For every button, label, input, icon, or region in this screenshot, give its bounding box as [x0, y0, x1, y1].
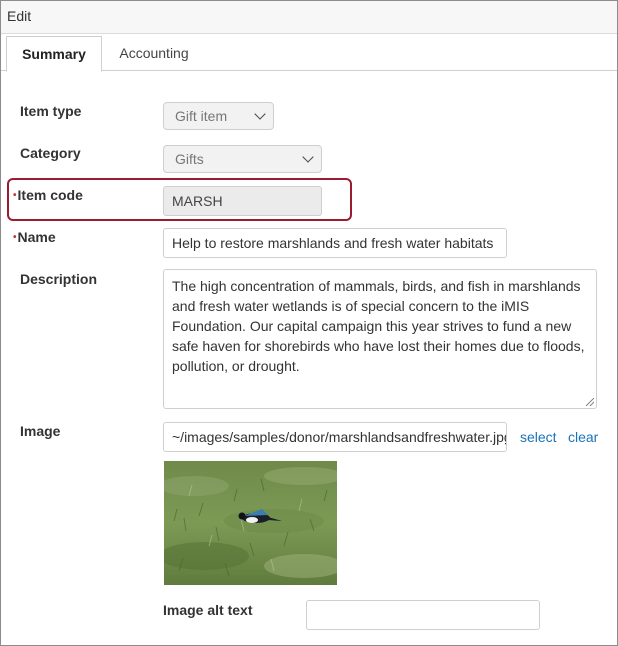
item-type-select[interactable]: Gift item — [163, 102, 274, 130]
item-code-label-text: Item code — [17, 187, 83, 203]
name-label: •Name — [13, 229, 56, 245]
item-type-label: Item type — [20, 103, 82, 119]
name-label-text: Name — [17, 229, 56, 245]
chevron-down-icon — [302, 151, 314, 163]
image-preview — [164, 461, 337, 585]
item-code-label: •Item code — [13, 187, 83, 203]
description-textarea[interactable]: The high concentration of mammals, birds… — [163, 269, 597, 409]
category-value: Gifts — [175, 151, 204, 167]
required-marker: • — [13, 232, 17, 243]
description-text: The high concentration of mammals, birds… — [172, 278, 585, 374]
tab-strip: Summary Accounting — [1, 34, 617, 72]
dialog-title: Edit — [7, 8, 32, 24]
chevron-down-icon — [254, 108, 266, 120]
grass-bird-photo — [164, 461, 337, 585]
image-select-link[interactable]: select — [520, 429, 557, 445]
category-label: Category — [20, 145, 81, 161]
item-type-value: Gift item — [175, 108, 228, 124]
image-alt-field[interactable] — [306, 600, 540, 630]
resize-handle-icon[interactable] — [586, 398, 594, 406]
tab-accounting[interactable]: Accounting — [111, 36, 197, 70]
image-label: Image — [20, 423, 61, 439]
tab-summary[interactable]: Summary — [6, 36, 102, 72]
description-label: Description — [20, 271, 98, 287]
image-alt-label: Image alt text — [163, 602, 253, 618]
edit-dialog: Edit Summary Accounting Item type Gift i… — [0, 0, 618, 646]
title-bar: Edit — [1, 1, 617, 34]
item-code-field[interactable]: MARSH — [163, 186, 322, 216]
name-field[interactable]: Help to restore marshlands and fresh wat… — [163, 228, 507, 258]
required-marker: • — [13, 190, 17, 201]
image-clear-link[interactable]: clear — [568, 429, 598, 445]
image-path-field[interactable]: ~/images/samples/donor/marshlandsandfres… — [163, 422, 507, 452]
category-select[interactable]: Gifts — [163, 145, 322, 173]
